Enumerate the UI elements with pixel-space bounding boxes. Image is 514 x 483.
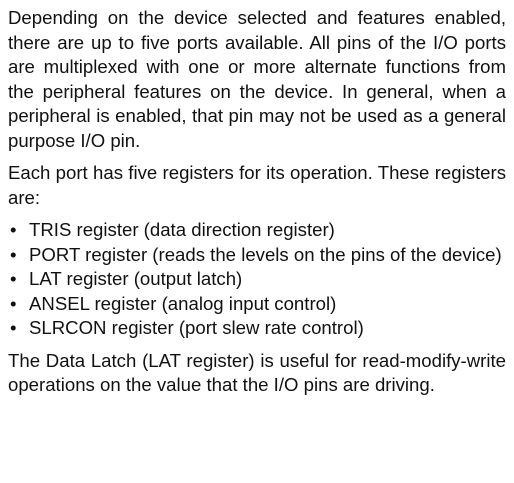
list-item: SLRCON register (port slew rate control)	[8, 316, 506, 341]
registers-paragraph: Each port has five registers for its ope…	[8, 162, 506, 208]
closing-paragraph: The Data Latch (LAT register) is useful …	[8, 349, 506, 396]
document-page: Depending on the device selected and fea…	[0, 0, 514, 483]
list-item: TRIS register (data direction register)	[8, 218, 506, 243]
register-list: TRIS register (data direction register) …	[8, 218, 506, 341]
intro-paragraph: Depending on the device selected and fea…	[8, 7, 506, 151]
list-item: LAT register (output latch)	[8, 267, 506, 292]
list-item: ANSEL register (analog input control)	[8, 292, 506, 317]
list-item: PORT register (reads the levels on the p…	[8, 243, 506, 268]
